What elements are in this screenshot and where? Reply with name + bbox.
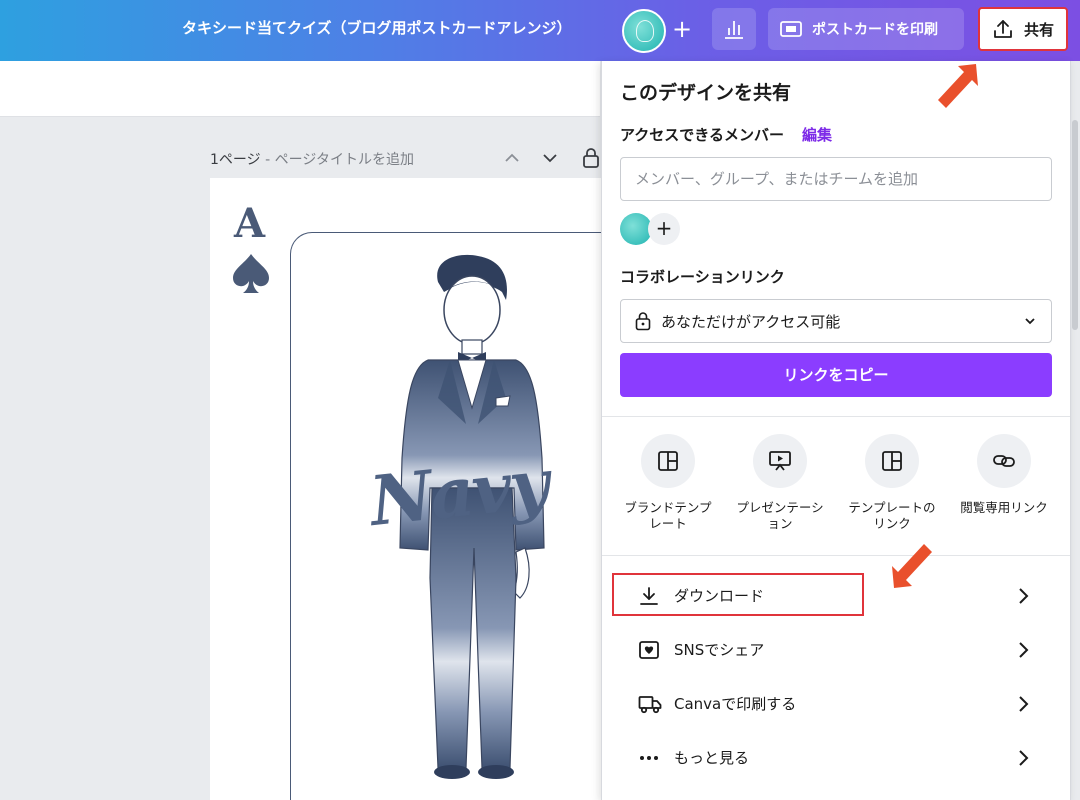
more-label: もっと見る [674,749,750,767]
card-rank: A [234,200,266,247]
share-button[interactable]: 共有 [978,7,1068,51]
link-icon [993,455,1015,467]
truck-icon [638,696,662,714]
template-icon [658,451,678,471]
divider [602,416,1070,417]
lock-icon [635,312,651,331]
print-icon [780,21,802,37]
panel-scrollbar[interactable] [1072,120,1078,330]
heart-icon [639,641,659,659]
user-avatar[interactable] [622,9,666,53]
share-label: 共有 [1023,20,1054,39]
chevron-down-icon[interactable] [538,146,562,170]
sns-share-label: SNSでシェア [674,641,765,659]
chevron-right-icon [1019,642,1029,658]
access-members-label: アクセスできるメンバー [620,126,784,144]
view-only-link-option[interactable]: 閲覧専用リンク [946,434,1062,516]
template-link-option[interactable]: テンプレートの リンク [834,434,950,532]
annotation-arrow-share [938,64,978,108]
bar-chart-icon [725,21,743,39]
brand-template-option[interactable]: ブランドテンプ レート [610,434,726,532]
page-number: 1ページ [210,152,261,168]
option-circle [753,434,807,488]
sns-share-row[interactable]: SNSでシェア [602,623,1070,677]
divider [602,555,1070,556]
page-label[interactable]: 1ページ - ページタイトルを追加 [210,149,414,169]
presentation-option[interactable]: プレゼンテーシ ョン [722,434,838,532]
add-collaborator-button[interactable]: + [668,14,696,46]
option-circle [977,434,1031,488]
canva-print-label: Canvaで印刷する [674,695,797,713]
print-postcard-button[interactable]: ポストカードを印刷 [768,8,964,50]
option-circle [865,434,919,488]
editor-toolbar [0,61,600,117]
insights-button[interactable] [712,8,756,50]
presentation-icon [769,451,791,471]
option-label: プレゼンテーシ ョン [736,500,824,531]
option-label: 閲覧専用リンク [960,500,1048,515]
edit-link[interactable]: 編集 [802,124,832,145]
spade-icon [233,254,269,293]
chevron-right-icon [1019,750,1029,766]
canva-print-row[interactable]: Canvaで印刷する [602,677,1070,731]
copy-link-button[interactable]: リンクをコピー [620,353,1052,397]
more-row[interactable]: もっと見る [602,731,1070,785]
option-circle [641,434,695,488]
collaboration-link-label: コラボレーションリンク [620,268,785,286]
lock-icon[interactable] [582,147,600,169]
chevron-right-icon [1019,588,1029,604]
download-highlight-box [612,573,864,616]
print-postcard-label: ポストカードを印刷 [812,22,938,38]
add-member-button[interactable]: + [648,213,680,245]
annotation-arrow-download [892,544,932,588]
option-label: テンプレートの リンク [848,500,936,531]
share-panel-title: このデザインを共有 [620,82,792,104]
chevron-right-icon [1019,696,1029,712]
more-icon [640,756,658,760]
top-bar: タキシード当てクイズ（ブログ用ポストカードアレンジ） + ポストカードを印刷 共… [0,0,1080,61]
collaboration-access-value: あなただけがアクセス可能 [661,312,841,331]
share-panel: このデザインを共有 アクセスできるメンバー 編集 + コラボレーションリンク あ… [601,61,1071,800]
chevron-down-icon [1025,318,1035,325]
member-search-input[interactable] [620,157,1052,201]
option-label: ブランドテンプ レート [624,500,712,531]
template-link-icon [882,451,902,471]
document-title[interactable]: タキシード当てクイズ（ブログ用ポストカードアレンジ） [182,17,572,38]
page-title-placeholder: - ページタイトルを追加 [260,152,415,168]
design-canvas[interactable]: A Navy [210,178,610,800]
upload-icon [994,20,1012,38]
chevron-up-icon[interactable] [500,146,524,170]
collaboration-access-select[interactable]: あなただけがアクセス可能 [620,299,1052,343]
